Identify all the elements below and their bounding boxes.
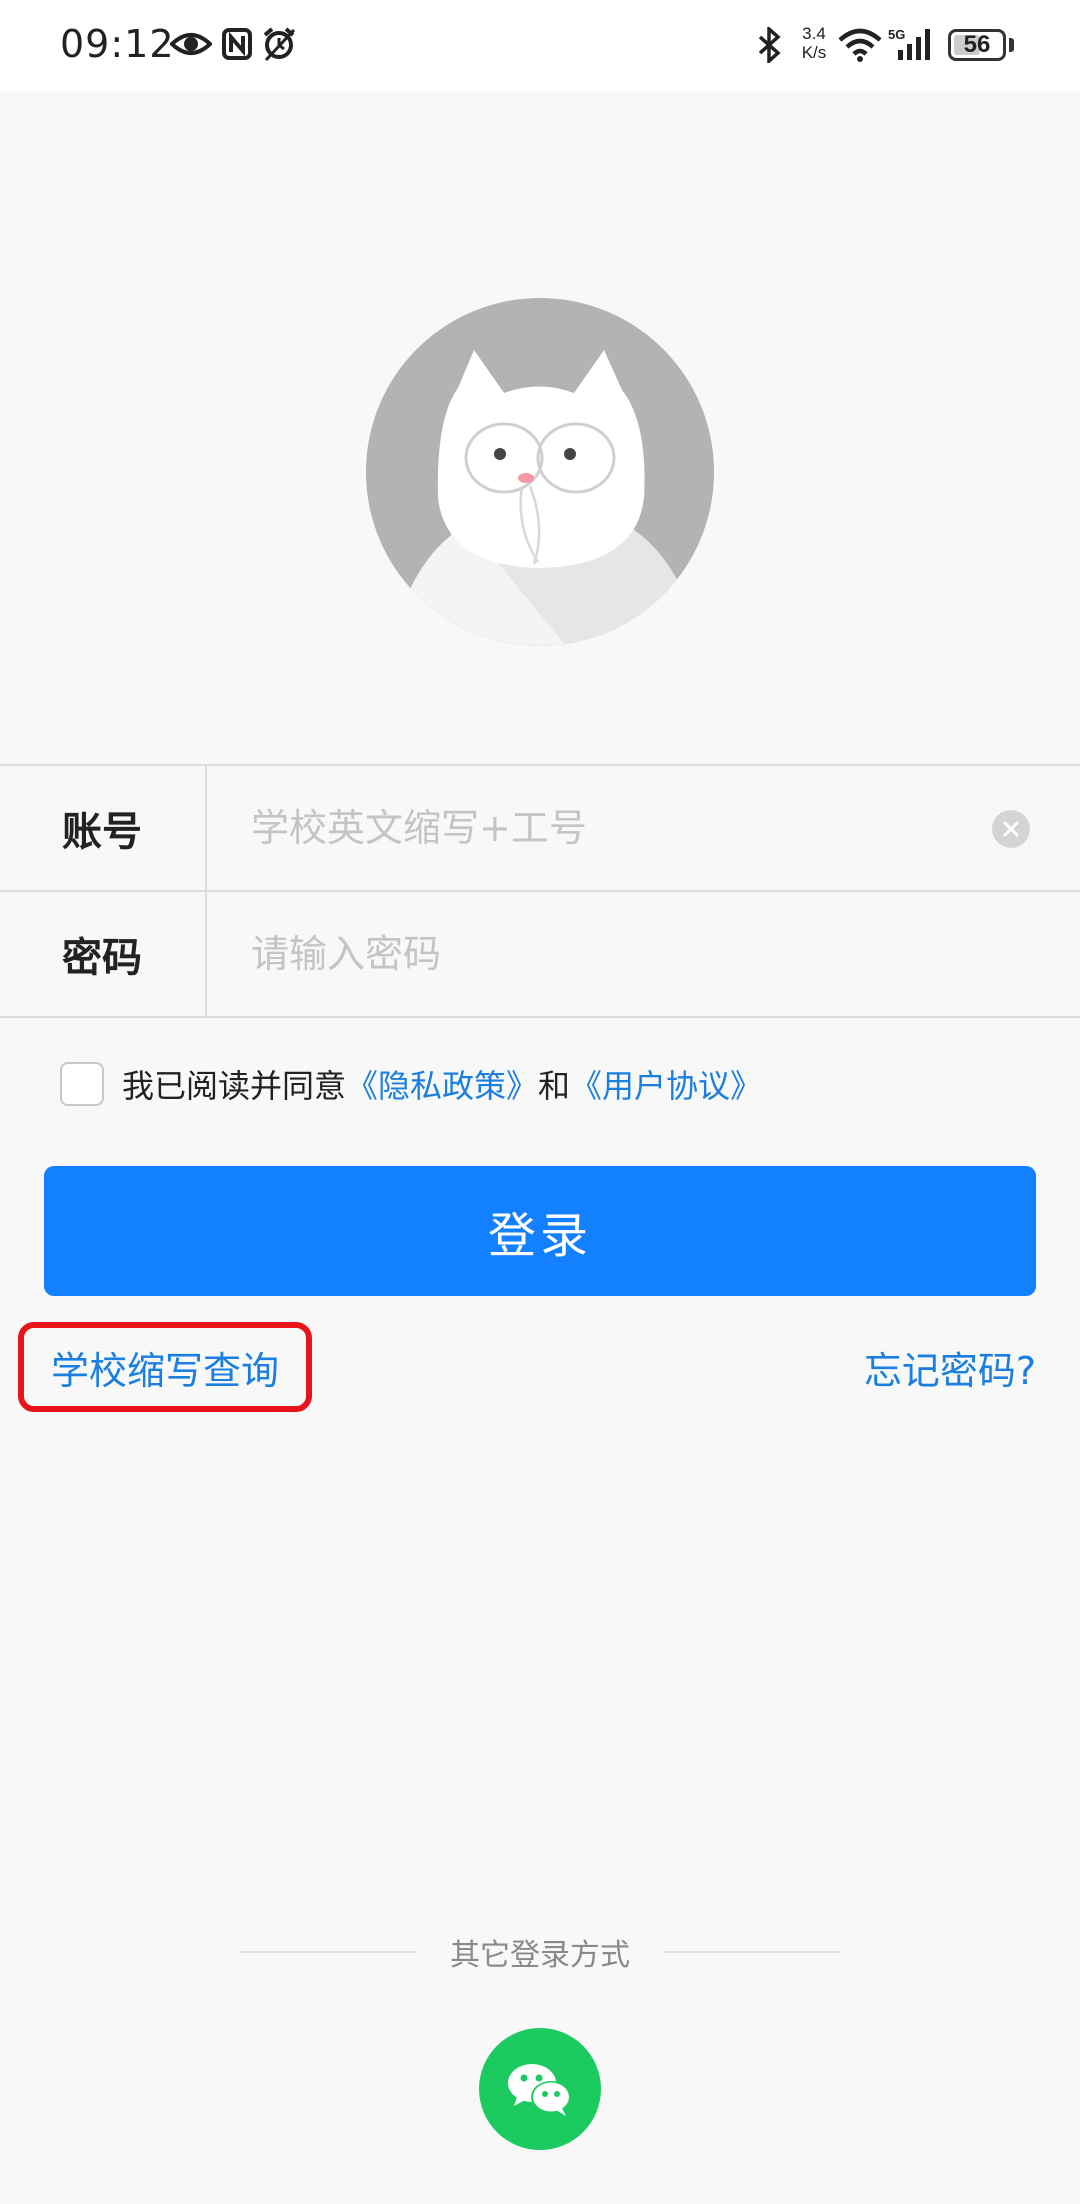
clear-account-button[interactable] [992, 810, 1030, 848]
account-label: 账号 [0, 766, 207, 890]
account-input[interactable] [207, 766, 1080, 890]
eye-icon [170, 33, 212, 55]
wechat-icon [508, 2064, 571, 2116]
account-row: 账号 [0, 766, 1080, 892]
net-speed: 3.4 K/s [794, 24, 834, 62]
svg-text:5G: 5G [888, 27, 905, 42]
forgot-password-link[interactable]: 忘记密码? [864, 1340, 1036, 1395]
agreement-and: 和 [538, 1067, 571, 1105]
nfc-icon [222, 28, 252, 60]
alarm-icon [263, 27, 296, 62]
other-login-divider: 其它登录方式 [0, 1930, 1080, 1974]
cat-avatar-icon [366, 298, 714, 646]
password-input[interactable] [207, 892, 1080, 1016]
battery-tip [1009, 38, 1014, 52]
login-form: 账号 密码 [0, 764, 1080, 1018]
agreement-prefix: 我已阅读并同意 [122, 1067, 347, 1105]
close-icon [1003, 821, 1019, 837]
agreement-row: 我已阅读并同意 《隐私政策》 和 《用户协议》 [60, 1062, 762, 1106]
avatar[interactable] [366, 298, 714, 646]
divider-left [240, 1951, 416, 1953]
password-row: 密码 [0, 892, 1080, 1018]
other-login-title: 其它登录方式 [450, 1938, 630, 1973]
login-button[interactable]: 登录 [44, 1166, 1036, 1296]
wechat-login-button[interactable] [479, 2028, 601, 2150]
agreement-checkbox[interactable] [60, 1062, 104, 1106]
divider-right [664, 1951, 840, 1953]
status-bar: 09:12 3.4 K/s 5G 56 [0, 0, 1080, 92]
status-time: 09:12 [60, 22, 175, 66]
privacy-policy-link[interactable]: 《隐私政策》 [346, 1061, 538, 1107]
bluetooth-icon [758, 27, 781, 63]
wifi-icon [838, 28, 882, 62]
battery-percent: 56 [963, 31, 991, 58]
school-abbreviation-lookup-link[interactable]: 学校缩写查询 [18, 1322, 312, 1412]
signal-5g-icon: 5G [888, 27, 930, 60]
password-label: 密码 [0, 892, 207, 1016]
net-speed-unit: K/s [801, 43, 827, 62]
net-speed-value: 3.4 [802, 24, 826, 43]
battery-icon: 56 [948, 29, 1006, 61]
user-agreement-link[interactable]: 《用户协议》 [570, 1061, 762, 1107]
